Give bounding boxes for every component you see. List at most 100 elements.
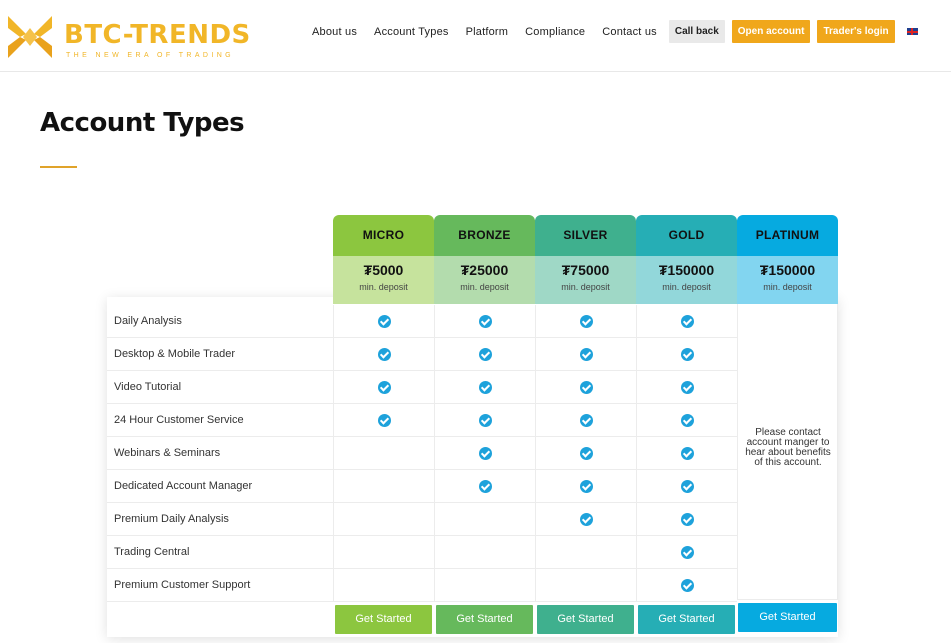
check-icon [681, 480, 694, 493]
feature-cell-silver [535, 371, 636, 404]
check-icon [479, 315, 492, 328]
feature-cell-silver [535, 569, 636, 602]
feature-cell-silver [535, 305, 636, 338]
plan-name: GOLD [636, 215, 737, 256]
feature-cell-bronze [434, 503, 535, 536]
feature-cell-bronze [434, 305, 535, 338]
check-icon [580, 447, 593, 460]
nav-about-us[interactable]: About us [312, 26, 357, 38]
feature-cell-gold [636, 470, 737, 503]
feature-label: Video Tutorial [107, 371, 333, 404]
check-icon [580, 513, 593, 526]
check-icon [378, 381, 391, 394]
feature-label: Premium Daily Analysis [107, 503, 333, 536]
feature-cell-micro [333, 404, 434, 437]
plan-price-block: ₮75000 min. deposit [535, 256, 636, 304]
feature-cell-gold [636, 404, 737, 437]
feature-label: Webinars & Seminars [107, 437, 333, 470]
feature-cell-gold [636, 437, 737, 470]
plan-header-silver: SILVER ₮75000 min. deposit [535, 215, 636, 304]
feature-cell-bronze [434, 470, 535, 503]
feature-cell-gold [636, 338, 737, 371]
plan-price-caption: min. deposit [460, 282, 509, 292]
check-icon [681, 348, 694, 361]
check-icon [681, 513, 694, 526]
get-started-button-bronze[interactable]: Get Started [436, 605, 533, 634]
plan-name: MICRO [333, 215, 434, 256]
plan-price-block: ₮25000 min. deposit [434, 256, 535, 304]
feature-cell-micro [333, 536, 434, 569]
nav-platform[interactable]: Platform [466, 26, 509, 38]
main-nav: About us Account Types Platform Complian… [312, 19, 918, 44]
check-icon [479, 447, 492, 460]
check-icon [580, 381, 593, 394]
check-icon [479, 348, 492, 361]
check-icon [479, 381, 492, 394]
feature-label: 24 Hour Customer Service [107, 404, 333, 437]
plan-price-block: ₮150000 min. deposit [636, 256, 737, 304]
plan-price-caption: min. deposit [662, 282, 711, 292]
feature-cell-micro [333, 503, 434, 536]
feature-cell-bronze [434, 437, 535, 470]
feature-cell-bronze [434, 404, 535, 437]
feature-cell-micro [333, 437, 434, 470]
get-started-button-gold[interactable]: Get Started [638, 605, 735, 634]
feature-label: Dedicated Account Manager [107, 470, 333, 503]
plan-price-caption: min. deposit [359, 282, 408, 292]
feature-cell-micro [333, 338, 434, 371]
plan-name: SILVER [535, 215, 636, 256]
feature-cell-bronze [434, 371, 535, 404]
feature-cell-silver [535, 536, 636, 569]
feature-label: Daily Analysis [107, 305, 333, 338]
check-icon [580, 414, 593, 427]
feature-label: Trading Central [107, 536, 333, 569]
plan-price-caption: min. deposit [763, 282, 812, 292]
traders-login-button[interactable]: Trader's login [817, 20, 895, 43]
logo[interactable]: BTC-TRENDS THE NEW ERA OF TRADING [6, 12, 256, 62]
get-started-button-silver[interactable]: Get Started [537, 605, 634, 634]
plan-price: ₮25000 [460, 262, 509, 278]
feature-cell-silver [535, 437, 636, 470]
nav-contact-us[interactable]: Contact us [602, 26, 657, 38]
check-icon [681, 447, 694, 460]
open-account-button[interactable]: Open account [731, 20, 811, 43]
plan-price: ₮5000 [363, 262, 404, 278]
feature-cell-gold [636, 305, 737, 338]
check-icon [479, 414, 492, 427]
call-back-button[interactable]: Call back [668, 20, 725, 43]
feature-cell-silver [535, 404, 636, 437]
brand-tagline: THE NEW ERA OF TRADING [66, 52, 235, 59]
feature-cell-gold [636, 371, 737, 404]
feature-cell-micro [333, 470, 434, 503]
feature-cell-silver [535, 503, 636, 536]
site-header: BTC-TRENDS THE NEW ERA OF TRADING About … [0, 0, 951, 72]
feature-cell-micro [333, 569, 434, 602]
uk-flag-icon[interactable] [906, 28, 918, 35]
feature-cell-gold [636, 536, 737, 569]
nav-compliance[interactable]: Compliance [525, 26, 585, 38]
brand-name: BTC-TRENDS [64, 20, 251, 50]
check-icon [580, 348, 593, 361]
get-started-button-platinum[interactable]: Get Started [738, 603, 837, 632]
plan-header-platinum: PLATINUM ₮150000 min. deposit [737, 215, 838, 304]
check-icon [681, 315, 694, 328]
logo-mark-icon [8, 16, 52, 58]
title-divider [40, 166, 77, 168]
plan-name: PLATINUM [737, 215, 838, 256]
feature-label: Desktop & Mobile Trader [107, 338, 333, 371]
plan-price-block: ₮5000 min. deposit [333, 256, 434, 304]
plan-header-gold: GOLD ₮150000 min. deposit [636, 215, 737, 304]
plan-price-block: ₮150000 min. deposit [737, 256, 838, 304]
nav-account-types[interactable]: Account Types [374, 26, 449, 38]
feature-cell-gold [636, 503, 737, 536]
page-title: Account Types [40, 108, 245, 138]
check-icon [681, 579, 694, 592]
get-started-button-micro[interactable]: Get Started [335, 605, 432, 634]
check-icon [580, 315, 593, 328]
feature-cell-micro [333, 305, 434, 338]
check-icon [378, 414, 391, 427]
plan-price: ₮150000 [759, 262, 816, 278]
check-icon [479, 480, 492, 493]
plan-header-bronze: BRONZE ₮25000 min. deposit [434, 215, 535, 304]
check-icon [681, 546, 694, 559]
